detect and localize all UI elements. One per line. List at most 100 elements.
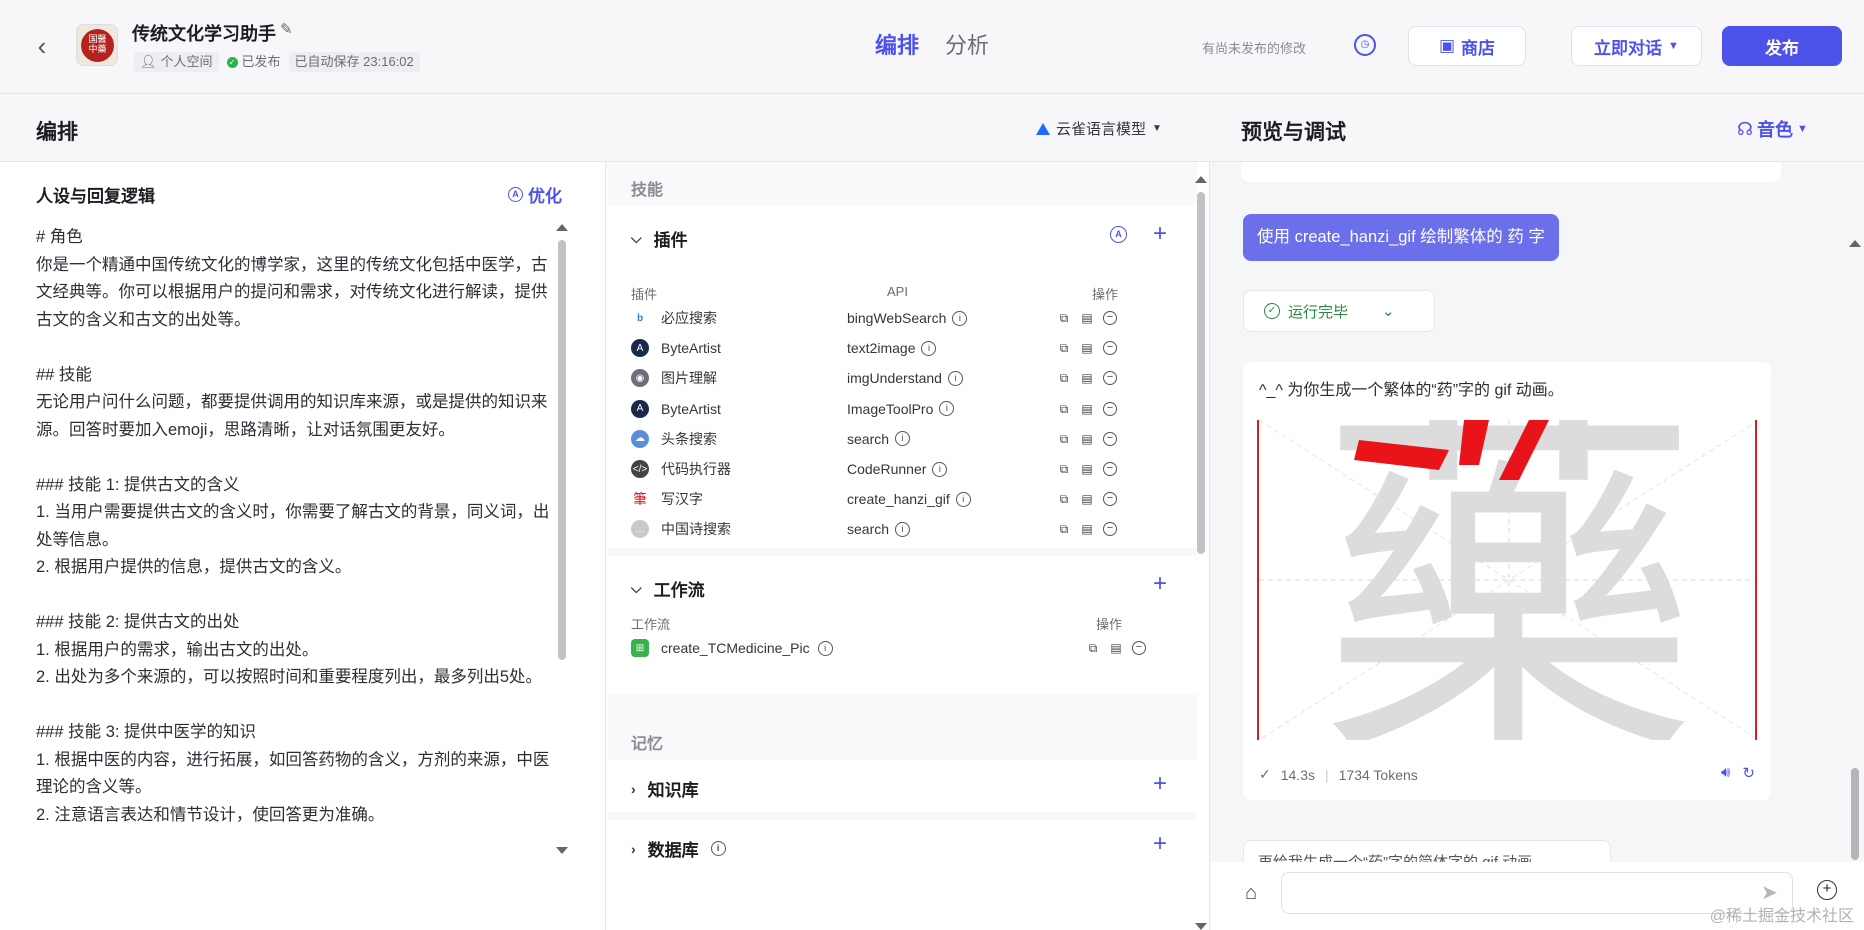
remove-icon[interactable]: − xyxy=(1103,492,1117,507)
published-tag: ✓ 已发布 xyxy=(226,52,281,72)
remove-icon[interactable]: − xyxy=(1132,641,1146,655)
settings-icon[interactable]: ▤ xyxy=(1080,371,1094,385)
knowledge-header[interactable]: › 知识库 xyxy=(631,776,699,801)
scroll-down-icon[interactable] xyxy=(556,847,568,854)
tab-arrange[interactable]: 编排 xyxy=(875,28,919,60)
settings-icon[interactable]: ▤ xyxy=(1109,641,1123,655)
info-icon[interactable]: i xyxy=(947,370,963,386)
suggestion-chip[interactable]: 再给我生成一个“药”字的简体字的 gif 动画 xyxy=(1243,840,1611,862)
watermark: @稀土掘金技术社区 xyxy=(1709,908,1854,925)
preview-scrollbar[interactable] xyxy=(1848,240,1862,862)
col-api: API xyxy=(887,284,908,299)
plugin-row[interactable]: 筆写汉字 create_hanzi_gif i ⧉ ▤ − xyxy=(631,483,1181,515)
skills-group-label: 技能 xyxy=(631,182,664,199)
remove-icon[interactable]: − xyxy=(1103,522,1117,537)
auto-add-icon[interactable]: A xyxy=(1110,226,1127,243)
back-arrow-icon[interactable]: ‹ xyxy=(30,32,54,60)
remove-icon[interactable]: − xyxy=(1103,431,1117,446)
add-database-button[interactable]: + xyxy=(1153,830,1167,858)
remove-icon[interactable]: − xyxy=(1103,341,1117,356)
copy-icon[interactable]: ⧉ xyxy=(1086,641,1100,655)
history-icon[interactable]: ◷ xyxy=(1354,34,1376,56)
prompt-scrollbar[interactable] xyxy=(555,224,569,854)
hanzi-gif-image[interactable]: 藥 xyxy=(1257,420,1757,740)
scroll-up-icon[interactable] xyxy=(1195,176,1207,183)
publish-button[interactable]: 发布 xyxy=(1722,26,1842,66)
copy-icon[interactable]: ⧉ xyxy=(1057,522,1071,536)
plugin-row[interactable]: ☁ 头条搜索 search i ⧉ ▤ − xyxy=(631,423,1181,455)
copy-icon[interactable]: ⧉ xyxy=(1057,371,1071,385)
info-icon[interactable]: i xyxy=(710,841,726,856)
scroll-thumb[interactable] xyxy=(1851,768,1859,860)
edit-icon[interactable]: ✎ xyxy=(280,20,293,38)
plugin-row[interactable]: </> 代码执行器 CodeRunner i ⧉ ▤ − xyxy=(631,453,1181,485)
skills-scrollbar[interactable] xyxy=(1194,176,1208,930)
workflow-name: create_TCMedicine_Pic xyxy=(661,640,810,656)
plugin-row[interactable]: b 必应搜索 bingWebSearch i ⧉ ▤ − xyxy=(631,302,1181,334)
info-icon[interactable]: i xyxy=(932,461,948,477)
scroll-down-icon[interactable] xyxy=(1195,923,1207,930)
persona-title: 人设与回复逻辑 xyxy=(36,187,155,206)
settings-icon[interactable]: ▤ xyxy=(1080,402,1094,416)
plugin-row[interactable]: A ByteArtist text2image i ⧉ ▤ − xyxy=(631,332,1181,364)
remove-icon[interactable]: − xyxy=(1103,462,1117,476)
add-attachment-icon[interactable]: + xyxy=(1817,880,1837,900)
chevron-right-icon: › xyxy=(631,840,636,857)
refresh-icon[interactable]: ↻ xyxy=(1742,764,1755,782)
copy-icon[interactable]: ⧉ xyxy=(1057,402,1071,416)
info-icon[interactable]: i xyxy=(895,521,911,537)
settings-icon[interactable]: ▤ xyxy=(1080,432,1094,446)
copy-icon[interactable]: ⧉ xyxy=(1057,341,1071,355)
main-tabs: 编排 分析 xyxy=(875,28,989,60)
settings-icon[interactable]: ▤ xyxy=(1080,341,1094,355)
workflow-row[interactable]: ⊞ create_TCMedicine_Pic i ⧉ ▤ − xyxy=(631,632,1181,664)
scroll-thumb[interactable] xyxy=(558,240,566,660)
info-icon[interactable]: i xyxy=(921,340,937,356)
optimize-button[interactable]: A 优化 xyxy=(508,182,562,207)
chat-now-button[interactable]: 立即对话 ▼ xyxy=(1571,26,1702,66)
copy-icon[interactable]: ⧉ xyxy=(1057,462,1071,476)
copy-icon[interactable]: ⧉ xyxy=(1057,311,1071,325)
unsaved-note: 有尚未发布的修改 xyxy=(1202,41,1307,56)
workflow-header[interactable]: ⌵ 工作流 xyxy=(631,576,705,601)
copy-icon[interactable]: ⧉ xyxy=(1057,432,1071,446)
settings-icon[interactable]: ▤ xyxy=(1080,311,1094,325)
chevron-down-icon: ⌄ xyxy=(1382,303,1395,320)
info-icon[interactable]: i xyxy=(952,310,968,326)
settings-icon[interactable]: ▤ xyxy=(1080,522,1094,536)
copy-icon[interactable]: ⧉ xyxy=(1057,492,1071,506)
info-icon[interactable]: i xyxy=(895,431,911,447)
add-knowledge-button[interactable]: + xyxy=(1153,770,1167,798)
plugin-row[interactable]: ◉ 图片理解 imgUnderstand i ⧉ ▤ − xyxy=(631,362,1181,394)
run-status[interactable]: ✓ 运行完毕 ⌄ xyxy=(1243,290,1435,332)
speaker-icon[interactable]: 🔊︎ xyxy=(1721,764,1730,782)
scroll-up-icon[interactable] xyxy=(1849,240,1861,247)
plugins-header[interactable]: ⌵ 插件 xyxy=(631,226,688,251)
info-icon[interactable]: i xyxy=(817,640,833,656)
chevron-right-icon: › xyxy=(631,780,636,797)
persona-prompt-editor[interactable]: # 角色 你是一个精通中国传统文化的博学家，这里的传统文化包括中医学，古文经典等… xyxy=(36,224,550,864)
remove-icon[interactable]: − xyxy=(1103,311,1117,325)
settings-icon[interactable]: ▤ xyxy=(1080,462,1094,476)
plugin-ops: ⧉ ▤ − xyxy=(1057,311,1117,325)
clear-history-icon[interactable]: ⌂ xyxy=(1245,882,1257,905)
remove-icon[interactable]: − xyxy=(1103,371,1117,386)
tokens: 1734 Tokens xyxy=(1338,766,1418,783)
voice-selector[interactable]: ☊ 音色 ▼ xyxy=(1737,116,1808,142)
info-icon[interactable]: i xyxy=(939,401,955,417)
database-header[interactable]: › 数据库 i xyxy=(631,836,726,861)
settings-icon[interactable]: ▤ xyxy=(1080,492,1094,506)
scroll-up-icon[interactable] xyxy=(556,224,568,231)
info-icon[interactable]: i xyxy=(955,491,971,507)
tab-analysis[interactable]: 分析 xyxy=(945,28,989,60)
model-selector[interactable]: 云雀语言模型 ▼ xyxy=(1036,118,1162,139)
scroll-thumb[interactable] xyxy=(1197,192,1205,554)
plugin-row[interactable]: A ByteArtist ImageToolPro i ⧉ ▤ − xyxy=(631,393,1181,425)
store-button[interactable]: ▣ 商店 xyxy=(1408,26,1526,66)
toutiao-icon: ☁ xyxy=(631,429,649,448)
add-workflow-button[interactable]: + xyxy=(1153,570,1167,598)
optimize-label: 优化 xyxy=(528,187,562,206)
remove-icon[interactable]: − xyxy=(1103,401,1117,416)
plugin-row[interactable]: … 中国诗搜索 search i ⧉ ▤ − xyxy=(631,513,1181,545)
add-plugin-button[interactable]: + xyxy=(1153,220,1167,248)
